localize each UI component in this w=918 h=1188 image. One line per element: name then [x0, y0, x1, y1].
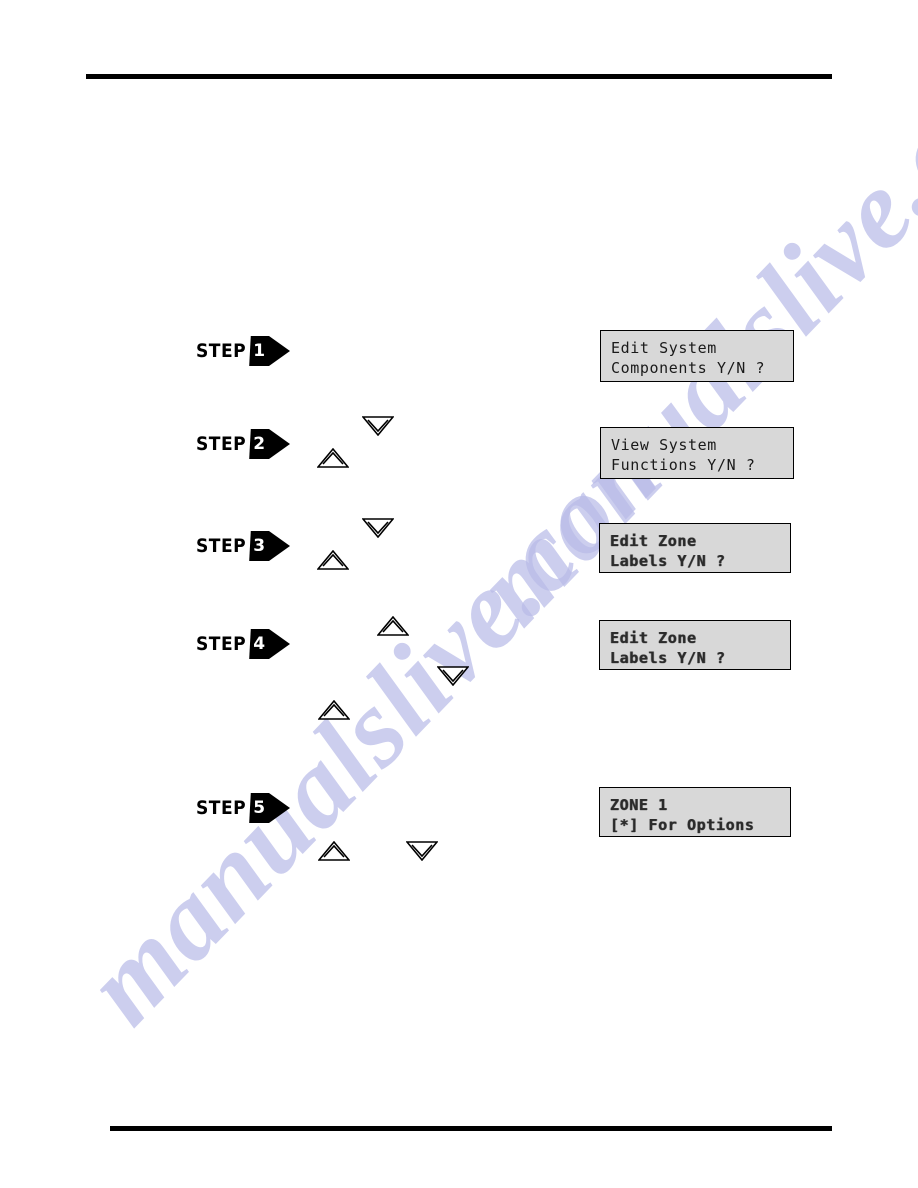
header-rule [86, 74, 832, 79]
up-arrow-icon[interactable] [318, 841, 350, 861]
watermark-layer: manualslive.com manualslive.com [0, 0, 918, 1188]
step-number: 5 [249, 793, 270, 823]
up-arrow-icon[interactable] [317, 448, 349, 468]
step-label: STEP [196, 632, 247, 655]
step-marker-4: STEP 4 [196, 629, 291, 659]
down-arrow-icon[interactable] [406, 841, 438, 861]
step-number: 2 [249, 429, 270, 459]
step-badge: 3 [249, 531, 291, 561]
step-arrow-icon [269, 429, 291, 459]
lcd-display-step-5: ZONE 1 [*] For Options [599, 787, 791, 837]
lcd-line-1: View System [611, 436, 717, 454]
step-number: 4 [249, 629, 270, 659]
step-badge: 1 [249, 336, 291, 366]
lcd-display-step-4: Edit Zone Labels Y/N ? [599, 620, 791, 670]
up-arrow-icon[interactable] [317, 550, 349, 570]
step-marker-3: STEP 3 [196, 531, 291, 561]
step-arrow-icon [269, 629, 291, 659]
step-marker-2: STEP 2 [196, 429, 291, 459]
step-arrow-icon [269, 336, 291, 366]
step-marker-5: STEP 5 [196, 793, 291, 823]
step-badge: 2 [249, 429, 291, 459]
lcd-line-2: Functions Y/N ? [611, 456, 756, 474]
lcd-line-1: ZONE 1 [610, 796, 668, 814]
down-arrow-icon[interactable] [362, 518, 394, 538]
footer-rule [110, 1126, 832, 1131]
lcd-line-1: Edit Zone [610, 629, 697, 647]
lcd-display-step-2: View System Functions Y/N ? [600, 427, 794, 479]
lcd-display-step-1: Edit System Components Y/N ? [600, 330, 794, 382]
up-arrow-icon[interactable] [318, 700, 350, 720]
step-label: STEP [196, 432, 247, 455]
manual-page: manualslive.com manualslive.com STEP 1 E… [0, 0, 918, 1188]
down-arrow-icon[interactable] [362, 416, 394, 436]
lcd-line-1: Edit System [611, 339, 717, 357]
step-label: STEP [196, 339, 247, 362]
lcd-line-2: Labels Y/N ? [610, 649, 726, 667]
step-label: STEP [196, 796, 247, 819]
down-arrow-icon[interactable] [437, 666, 469, 686]
lcd-line-2: [*] For Options [610, 816, 755, 834]
step-number: 1 [249, 336, 270, 366]
step-number: 3 [249, 531, 270, 561]
up-arrow-icon[interactable] [377, 616, 409, 636]
lcd-line-2: Labels Y/N ? [610, 552, 726, 570]
lcd-line-2: Components Y/N ? [611, 359, 766, 377]
step-arrow-icon [269, 531, 291, 561]
step-badge: 5 [249, 793, 291, 823]
lcd-line-1: Edit Zone [610, 532, 697, 550]
step-badge: 4 [249, 629, 291, 659]
step-arrow-icon [269, 793, 291, 823]
lcd-display-step-3: Edit Zone Labels Y/N ? [599, 523, 791, 573]
step-label: STEP [196, 534, 247, 557]
watermark-text: manualslive.com [61, 388, 704, 1048]
step-marker-1: STEP 1 [196, 336, 291, 366]
